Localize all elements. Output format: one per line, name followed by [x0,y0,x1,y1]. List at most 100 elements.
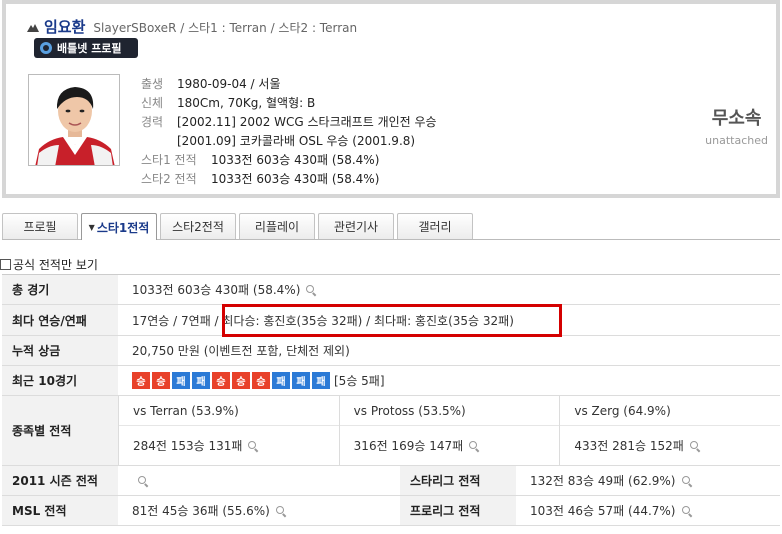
team-name-korean: 무소속 [711,108,762,129]
info-label: 신체 [141,96,164,110]
info-row-career-2: [2001.09] 코카콜라배 OSL 우승 (2001.9.8) [141,132,437,151]
stats-row-streak: 최다 연승/연패 17연승 / 7연패 / 최다승: 홍진호(35승 32패) … [2,305,780,336]
info-value: [2002.11] 2002 WCG 스타크래프트 개인전 우승 [177,115,437,129]
info-label: 출생 [141,77,164,91]
tab-sc2-record[interactable]: 스타2전적 [160,213,236,239]
tab-replay[interactable]: 리플레이 [239,213,315,239]
stats-row-msl: MSL 전적 81전 45승 36패 (55.6%) 프로리그 전적 103전 … [2,496,780,526]
result-badge-loss[interactable]: 패 [172,372,190,389]
profile-card: 임요환 SlayerSBoxeR / 스타1 : Terran / 스타2 : … [2,0,780,198]
info-value: 1033전 603승 430패 (58.4%) [211,153,380,167]
tab-sc1-record[interactable]: ▼ 스타1전적 [81,213,157,240]
race-value: 316전 169승 147패 [340,426,560,465]
msl-record: 81전 45승 36패 (55.6%) [132,504,270,518]
stats-value: 17연승 / 7연패 / 최다승: 홍진호(35승 32패) / 최다패: 홍진… [132,313,514,328]
info-label: 스타1 전적 [141,153,197,167]
name-line: 임요환 SlayerSBoxeR / 스타1 : Terran / 스타2 : … [26,16,357,37]
magnifier-icon[interactable] [468,440,480,452]
result-badge-loss[interactable]: 패 [192,372,210,389]
stats-header: 종족별 전적 [2,396,118,465]
result-badge-win[interactable]: 승 [232,372,250,389]
race-header: vs Zerg (64.9%) [560,396,781,426]
tab-label: 리플레이 [254,220,300,234]
stats-row-recent: 최근 10경기 승 승 패 패 승 승 승 패 패 패 [5승 5패] [2,366,780,396]
race-records: vs Terran (53.9%) 284전 153승 131패 vs Prot… [118,396,781,465]
result-badge-win[interactable]: 승 [132,372,150,389]
stats-header: 프로리그 전적 [400,496,516,525]
stats-row-season: 2011 시즌 전적 스타리그 전적 132전 83승 49패 (62.9%) [2,466,780,496]
player-sub-info: SlayerSBoxeR / 스타1 : Terran / 스타2 : Terr… [93,21,358,35]
result-badge-loss[interactable]: 패 [292,372,310,389]
stats-row-prize: 누적 상금 20,750 만원 (이벤트전 포함, 단체전 제외) [2,336,780,366]
tab-gallery[interactable]: 갤러리 [397,213,473,239]
tab-label: 스타1전적 [96,220,150,235]
info-row-birth: 출생 1980-09-04 / 서울 [141,75,437,94]
stats-header: 스타리그 전적 [400,466,516,495]
recent-games: 승 승 패 패 승 승 승 패 패 패 [5승 5패] [118,366,780,395]
battlenet-profile-button[interactable]: 배틀넷 프로필 [34,38,138,58]
info-value: [2001.09] 코카콜라배 OSL 우승 (2001.9.8) [177,134,416,148]
stats-header: 2011 시즌 전적 [2,466,118,495]
result-badge-loss[interactable]: 패 [272,372,290,389]
magnifier-icon[interactable] [681,505,693,517]
race-header: vs Protoss (53.5%) [339,396,560,426]
stats-value: 1033전 603승 430패 (58.4%) [118,275,780,304]
info-value: 1033전 603승 430패 (58.4%) [211,172,380,186]
profile-tabs: 프로필 ▼ 스타1전적 스타2전적 리플레이 관련기사 갤러리 [2,213,780,240]
tab-label: 프로필 [23,220,57,234]
race-header: vs Terran (53.9%) [119,396,339,426]
battlenet-profile-label: 배틀넷 프로필 [57,42,122,55]
stats-value: 81전 45승 36패 (55.6%) [118,496,400,525]
race-value: 433전 281승 152패 [560,426,780,465]
stats-header: 최다 연승/연패 [2,305,118,335]
magnifier-icon[interactable] [137,475,149,487]
official-only-checkbox[interactable] [0,259,11,270]
race-col-zerg: vs Zerg (64.9%) 433전 281승 152패 [559,396,781,465]
battlenet-icon [40,42,52,54]
race-value: 284전 153승 131패 [119,426,339,465]
tab-label: 갤러리 [418,220,452,234]
tab-label: 스타2전적 [172,220,224,234]
race-record: 316전 169승 147패 [353,439,464,453]
info-label: 스타2 전적 [141,172,197,186]
race-record: 284전 153승 131패 [133,439,243,453]
magnifier-icon[interactable] [305,284,317,296]
info-value: 1980-09-04 / 서울 [177,77,281,91]
player-portrait-image [29,75,119,165]
result-badge-loss[interactable]: 패 [312,372,330,389]
magnifier-icon[interactable] [689,440,701,452]
result-badge-win[interactable]: 승 [212,372,230,389]
total-record: 1033전 603승 430패 (58.4%) [132,283,301,297]
tab-profile[interactable]: 프로필 [2,213,78,239]
starleague-record: 132전 83승 49패 (62.9%) [530,474,676,488]
tab-label: 관련기사 [333,220,379,234]
race-col-protoss: vs Protoss (53.5%) 316전 169승 147패 [338,396,560,465]
proleague-record: 103전 46승 57패 (44.7%) [530,504,676,518]
magnifier-icon[interactable] [681,475,693,487]
terran-race-icon [27,24,39,32]
info-row-sc1-record: 스타1 전적 1033전 603승 430패 (58.4%) [141,151,437,170]
magnifier-icon[interactable] [247,440,259,452]
stats-row-race: 종족별 전적 vs Terran (53.9%) 284전 153승 131패 … [2,396,781,466]
player-name[interactable]: 임요환 [44,16,85,37]
info-label: 경력 [141,115,164,129]
team-affiliation: 무소속 unattached [705,104,768,147]
player-photo [28,74,120,166]
race-col-terran: vs Terran (53.9%) 284전 153승 131패 [119,396,339,465]
official-only-toggle[interactable]: 공식 전적만 보기 [0,256,98,273]
stats-header: 최근 10경기 [2,366,118,395]
tab-articles[interactable]: 관련기사 [318,213,394,239]
stats-value: 132전 83승 49패 (62.9%) [516,466,780,495]
triangle-down-icon: ▼ [88,222,95,232]
info-row-body: 신체 180Cm, 70Kg, 혈액형: B [141,94,437,113]
stats-header: 누적 상금 [2,336,118,365]
result-badge-win[interactable]: 승 [152,372,170,389]
recent-summary: [5승 5패] [334,374,385,388]
race-record: 433전 281승 152패 [574,439,684,453]
magnifier-icon[interactable] [275,505,287,517]
info-label [141,132,177,151]
result-badge-win[interactable]: 승 [252,372,270,389]
stats-value: 103전 46승 57패 (44.7%) [516,496,780,525]
team-name-english: unattached [705,134,768,147]
info-row-sc2-record: 스타2 전적 1033전 603승 430패 (58.4%) [141,170,437,189]
